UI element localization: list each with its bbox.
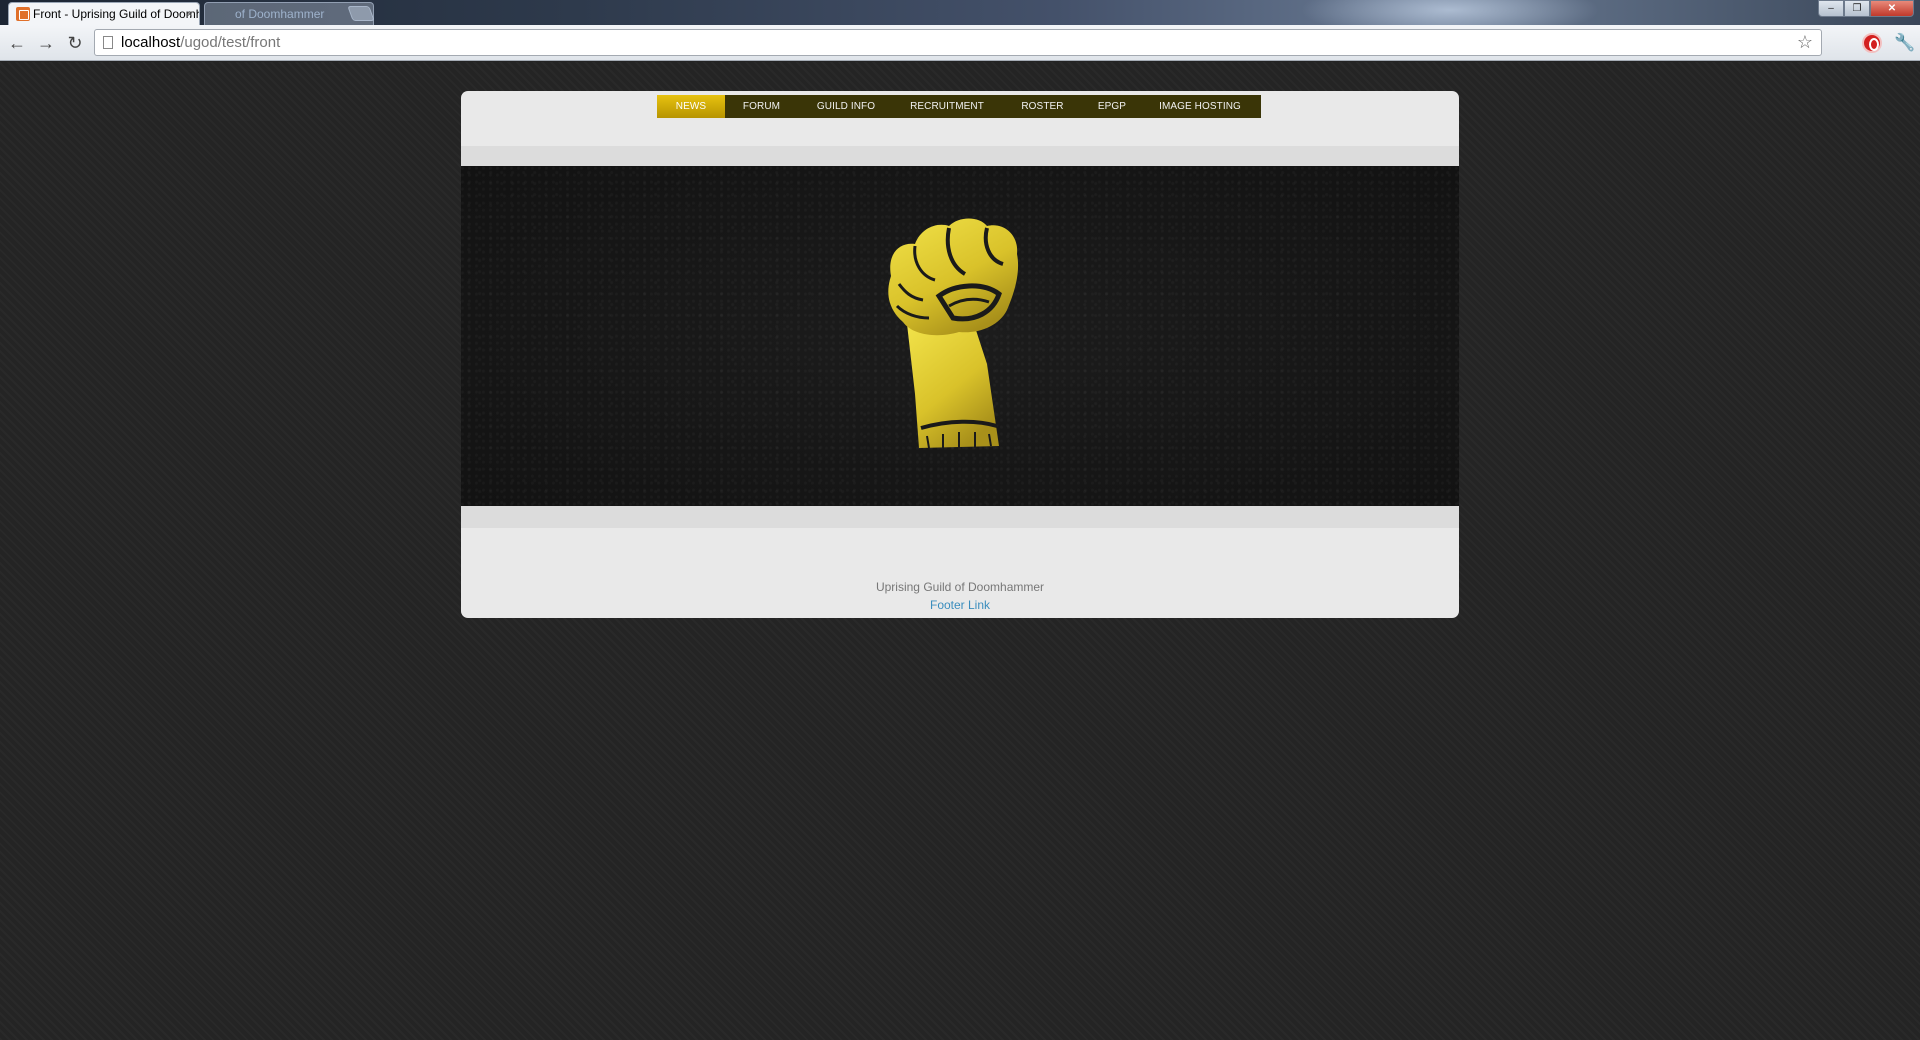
site-favicon-icon	[16, 7, 30, 21]
url-path: /ugod/test/front	[180, 34, 281, 51]
tab-title: of Doomhammer	[235, 7, 325, 21]
footer-link[interactable]: Footer Link	[461, 598, 1459, 612]
close-window-button[interactable]: ✕	[1870, 0, 1914, 17]
nav-item-forum[interactable]: FORUM	[725, 95, 798, 118]
header-band	[461, 146, 1459, 166]
url-host: localhost	[121, 34, 181, 51]
browser-titlebar: Front - Uprising Guild of Doomhammer × o…	[0, 0, 1920, 25]
page-icon	[103, 36, 113, 49]
back-arrow-icon[interactable]: ←	[7, 33, 27, 53]
main-nav: NEWS FORUM GUILD INFO RECRUITMENT ROSTER…	[657, 95, 1261, 118]
nav-item-news[interactable]: NEWS	[657, 95, 725, 118]
extension-icon[interactable]	[1862, 33, 1882, 53]
nav-item-guild-info[interactable]: GUILD INFO	[798, 95, 894, 118]
header-banner	[461, 166, 1459, 506]
browser-tab-active[interactable]: Front - Uprising Guild of Doomhammer ×	[8, 2, 200, 25]
minimize-button[interactable]: –	[1818, 0, 1844, 17]
tab-title: Front - Uprising Guild of Doomhammer	[33, 7, 200, 21]
footer-title: Uprising Guild of Doomhammer	[875, 580, 1045, 594]
window-controls: – ❐ ✕	[1818, 0, 1914, 17]
nav-item-epgp[interactable]: EPGP	[1085, 95, 1139, 118]
content-band	[461, 506, 1459, 528]
maximize-button[interactable]: ❐	[1844, 0, 1870, 17]
nav-item-roster[interactable]: ROSTER	[1000, 95, 1085, 118]
tab-close-icon[interactable]: ×	[186, 3, 193, 25]
raised-fist-logo	[888, 218, 1019, 449]
wrench-icon[interactable]: 🔧	[1894, 33, 1915, 53]
browser-toolbar: ← → ↻ localhost/ugod/test/front ☆ 🔧	[0, 25, 1920, 61]
bookmark-star-icon[interactable]: ☆	[1797, 30, 1813, 55]
forward-arrow-icon[interactable]: →	[36, 33, 56, 53]
page-viewport: NEWS FORUM GUILD INFO RECRUITMENT ROSTER…	[0, 62, 1920, 1040]
reload-icon[interactable]: ↻	[65, 33, 85, 53]
address-bar[interactable]: localhost/ugod/test/front ☆	[94, 29, 1822, 56]
site-container: NEWS FORUM GUILD INFO RECRUITMENT ROSTER…	[461, 91, 1459, 618]
nav-item-recruitment[interactable]: RECRUITMENT	[894, 95, 1000, 118]
nav-item-image-hosting[interactable]: IMAGE HOSTING	[1139, 95, 1261, 118]
